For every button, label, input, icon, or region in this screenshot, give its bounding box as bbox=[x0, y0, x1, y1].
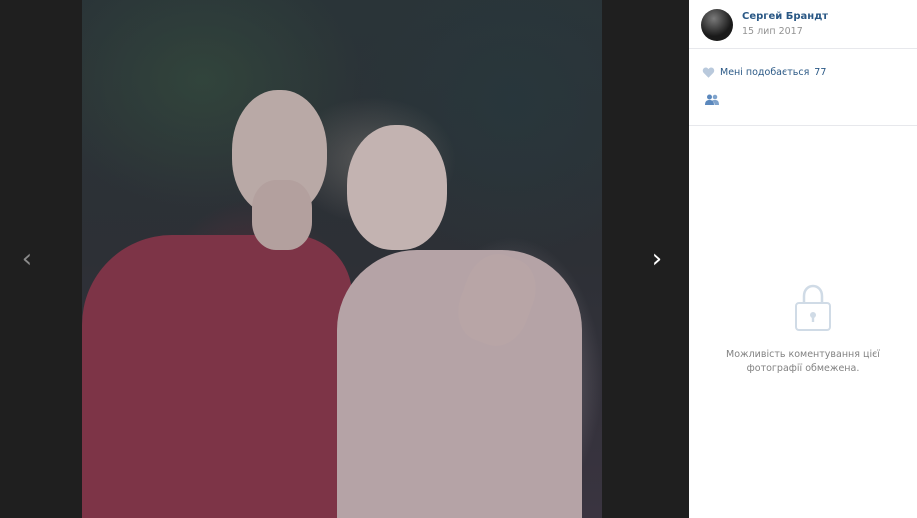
photo[interactable] bbox=[82, 0, 602, 518]
comments-section: Можливість коментування цієї фотографії … bbox=[689, 126, 917, 516]
like-label: Мені подобається bbox=[720, 67, 810, 78]
share-icon[interactable] bbox=[705, 94, 719, 105]
like-count[interactable]: 77 bbox=[814, 67, 826, 78]
previous-photo-button[interactable]: ‹ bbox=[12, 244, 42, 274]
photo-viewer: ‹ › bbox=[0, 0, 689, 518]
like-button[interactable]: Мені подобається 77 bbox=[702, 67, 826, 78]
lock-icon bbox=[795, 284, 831, 331]
photo-figure-left-hand bbox=[252, 180, 312, 250]
author-name[interactable]: Сергей Брандт bbox=[742, 11, 828, 22]
photo-figure-left-body bbox=[82, 235, 352, 518]
avatar[interactable] bbox=[701, 9, 733, 41]
photo-actions: Мені подобається 77 bbox=[689, 49, 917, 126]
author-header: Сергей Брандт 15 лип 2017 bbox=[689, 0, 917, 49]
photo-sidebar: Сергей Брандт 15 лип 2017 Мені подобаєть… bbox=[689, 0, 917, 518]
comments-closed-message: Можливість коментування цієї фотографії … bbox=[726, 349, 880, 374]
post-date[interactable]: 15 лип 2017 bbox=[742, 26, 803, 37]
photo-figure-right-head bbox=[347, 125, 447, 250]
next-photo-button[interactable]: › bbox=[642, 244, 672, 274]
heart-icon bbox=[702, 67, 715, 78]
photo-figure-right-body bbox=[337, 250, 582, 518]
